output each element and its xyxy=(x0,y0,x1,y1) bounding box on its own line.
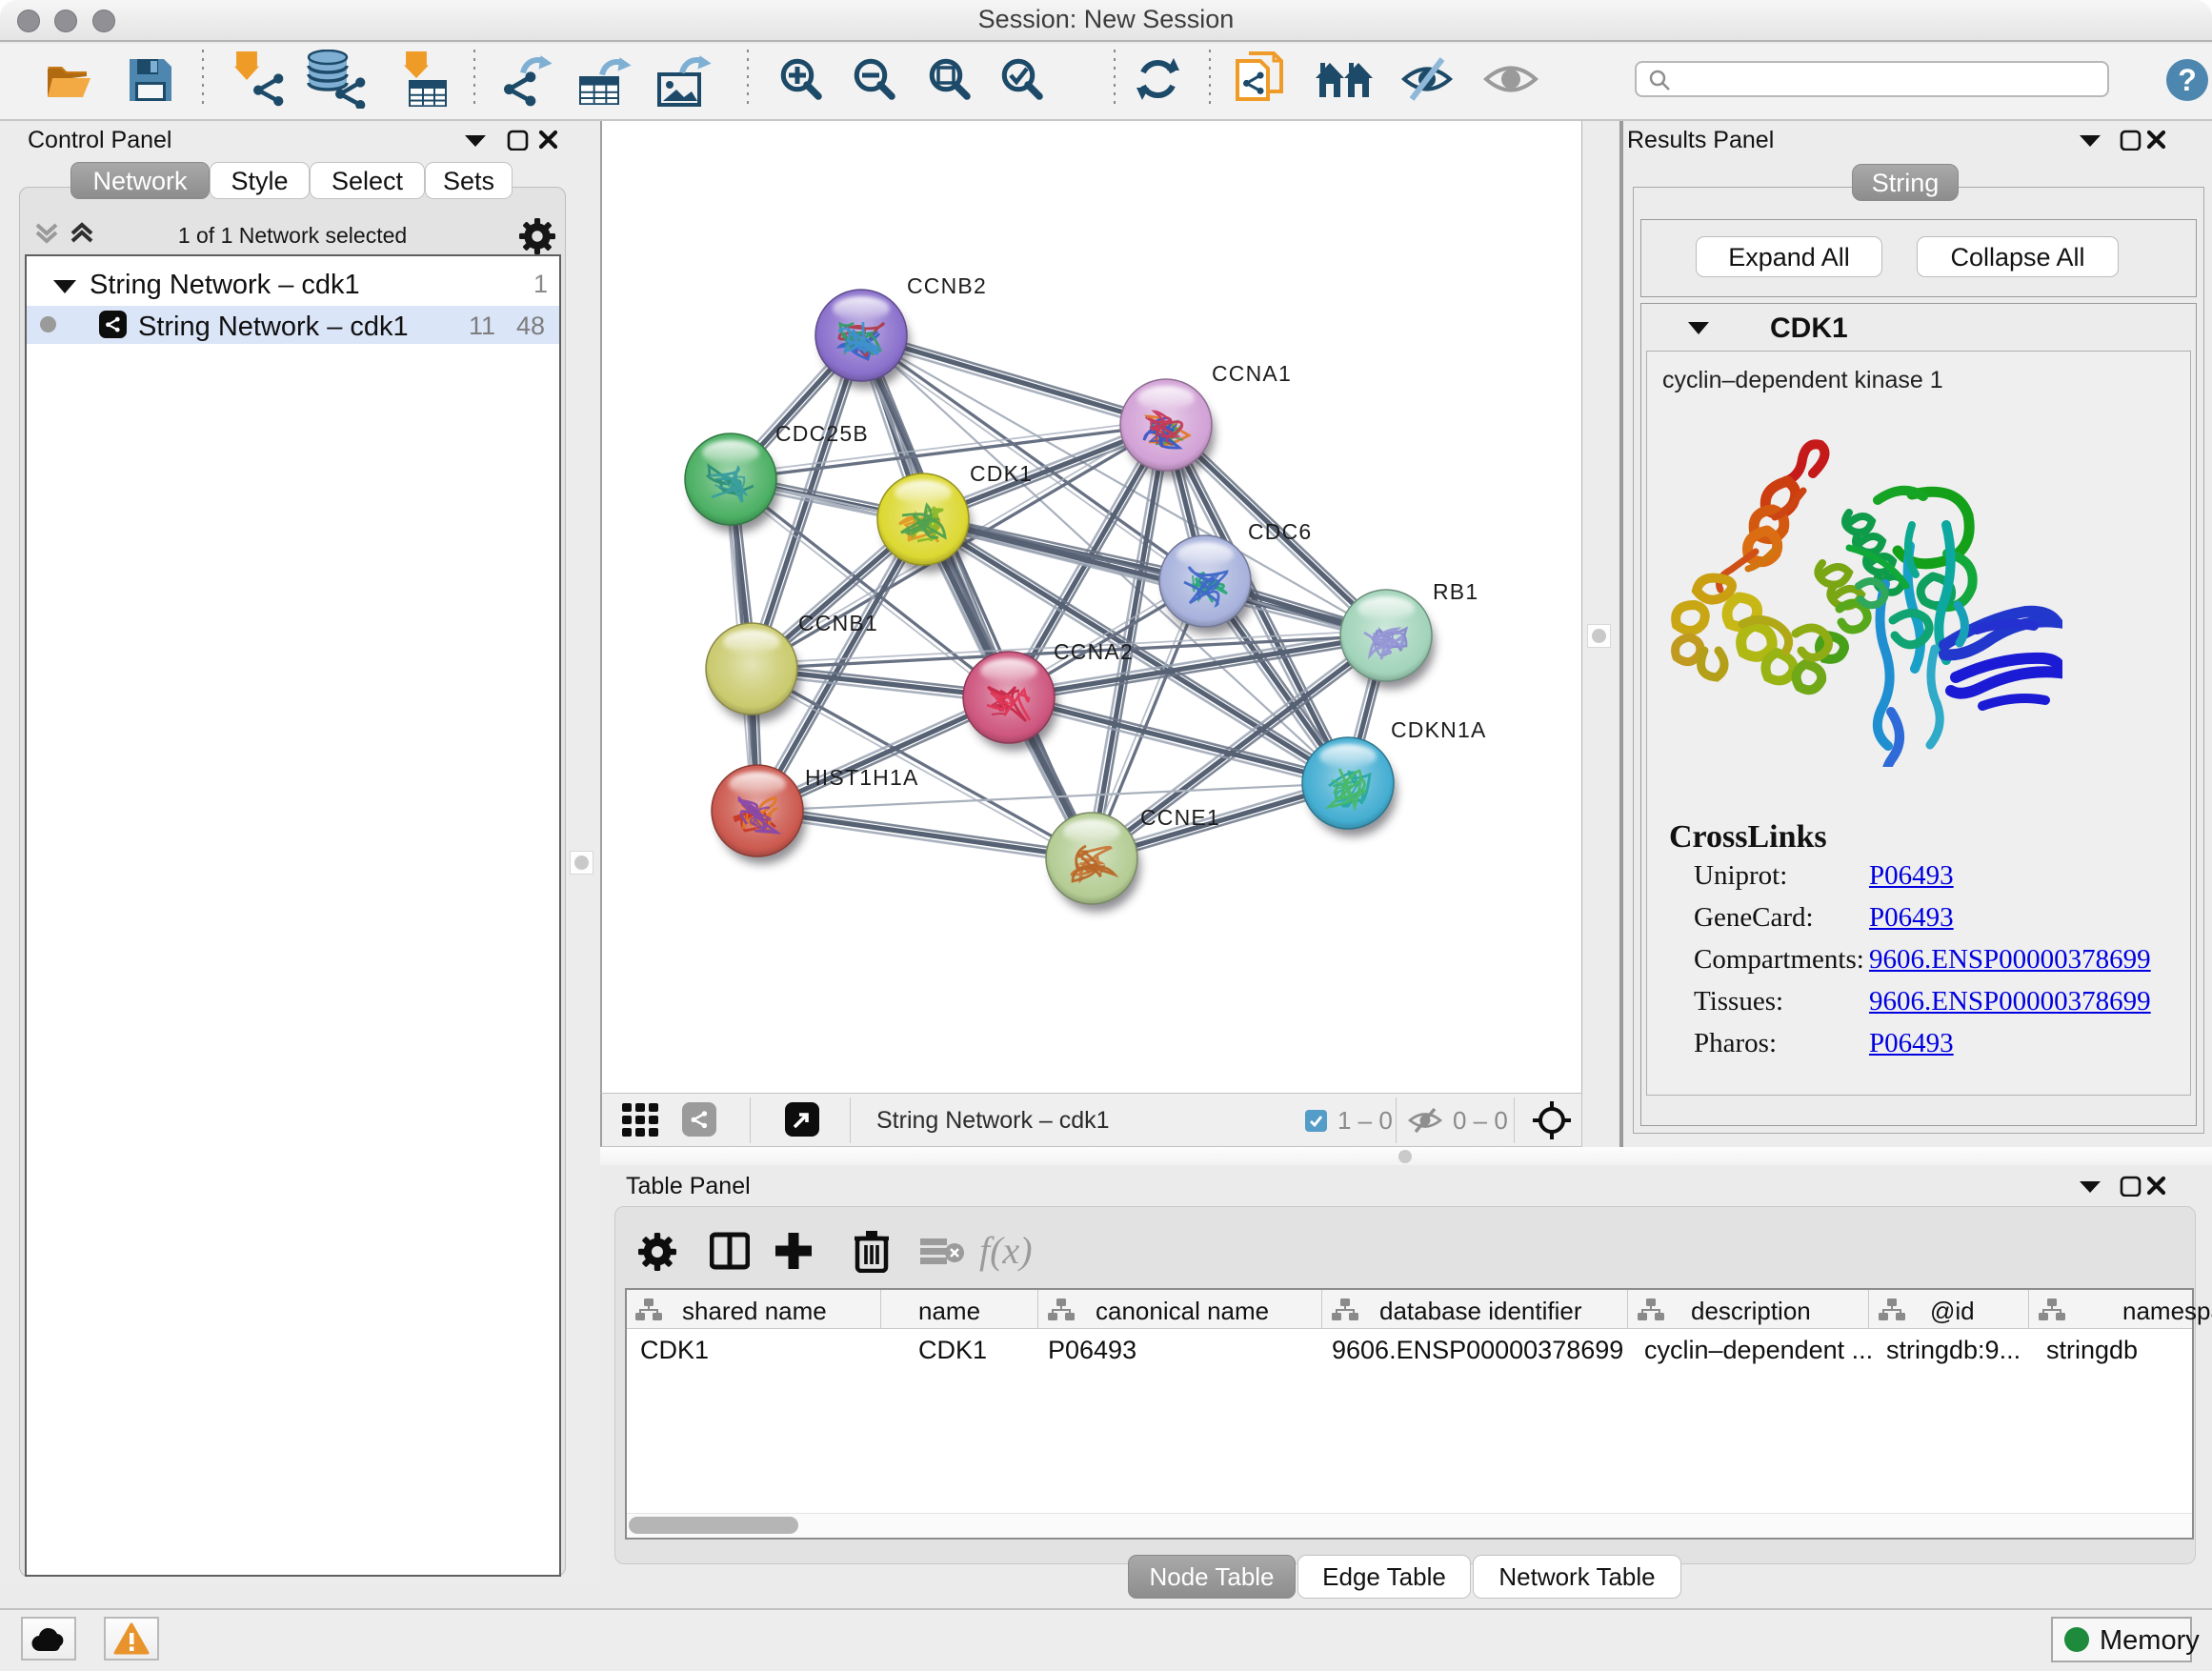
svg-text:HIST1H1A: HIST1H1A xyxy=(805,765,919,790)
svg-text:CDK1: CDK1 xyxy=(970,461,1033,486)
svg-text:CCNB2: CCNB2 xyxy=(907,273,987,298)
svg-text:CCNA1: CCNA1 xyxy=(1212,361,1292,386)
svg-text:CDC6: CDC6 xyxy=(1248,519,1312,544)
svg-text:CCNB1: CCNB1 xyxy=(798,611,878,635)
svg-text:CCNE1: CCNE1 xyxy=(1140,805,1220,830)
svg-text:RB1: RB1 xyxy=(1433,579,1478,604)
svg-text:CDKN1A: CDKN1A xyxy=(1391,717,1487,742)
svg-text:CDC25B: CDC25B xyxy=(775,421,869,446)
svg-text:CCNA2: CCNA2 xyxy=(1054,639,1134,664)
